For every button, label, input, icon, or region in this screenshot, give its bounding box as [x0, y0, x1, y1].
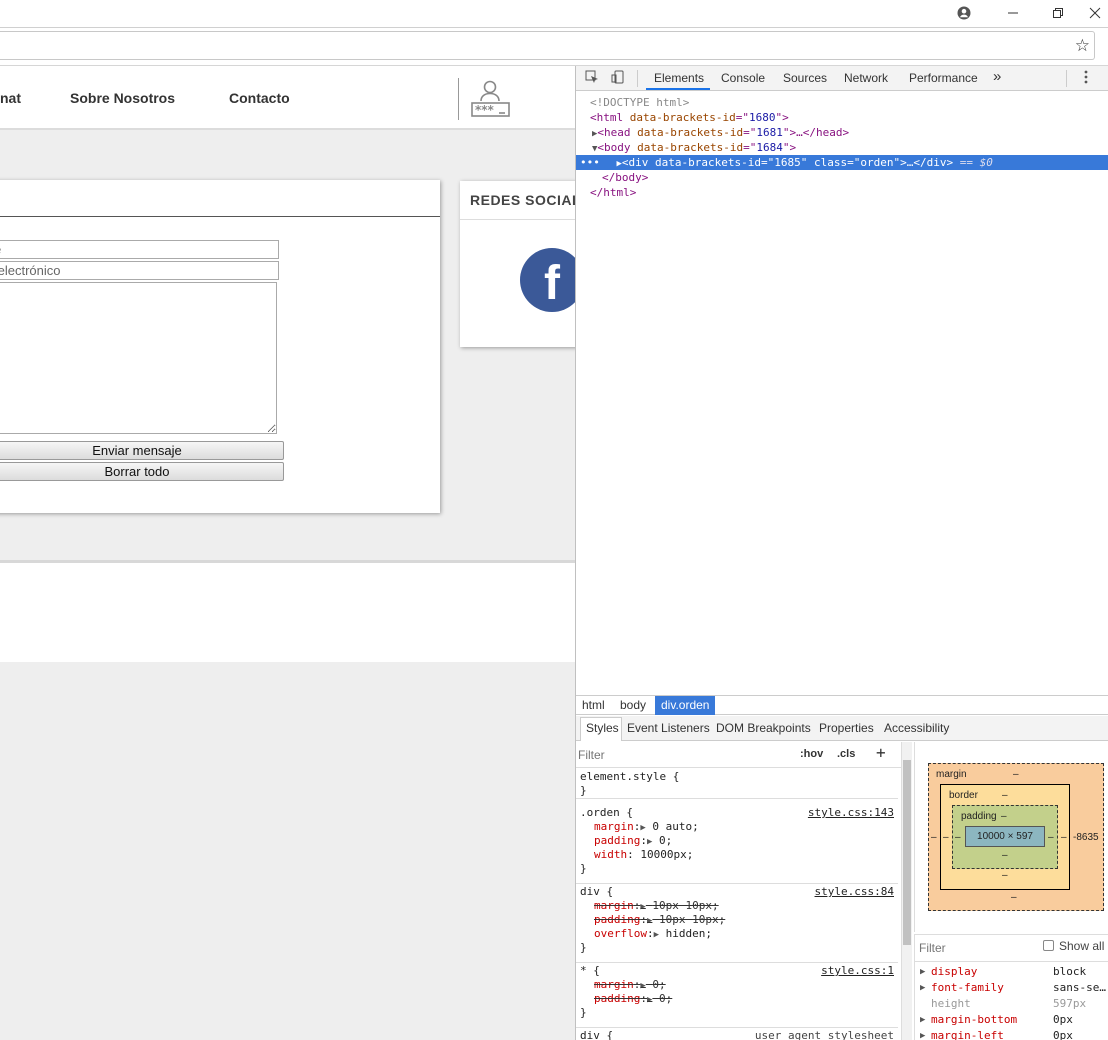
- computed-filter-input[interactable]: [919, 939, 1019, 957]
- styles-pane: :hov .cls + element.style { } style.css:…: [576, 742, 912, 1040]
- tab-console[interactable]: Console: [721, 71, 765, 85]
- show-all-checkbox[interactable]: [1043, 940, 1054, 951]
- computed-row[interactable]: ▶ margin-left 0px: [915, 1028, 1108, 1040]
- social-title: REDES SOCIALES: [470, 192, 575, 208]
- tab-performance[interactable]: Performance: [909, 71, 978, 85]
- computed-row[interactable]: ▶ margin-bottom 0px: [915, 1012, 1108, 1028]
- toolbar-divider-right: [1066, 70, 1067, 87]
- window-titlebar: [0, 0, 1108, 28]
- message-textarea[interactable]: [0, 282, 277, 434]
- profile-icon[interactable]: [949, 2, 979, 24]
- send-message-button[interactable]: Enviar mensaje: [0, 441, 284, 460]
- expanded-triangle-icon[interactable]: ▼: [576, 144, 597, 154]
- minimize-icon[interactable]: [998, 2, 1028, 24]
- tab-network[interactable]: Network: [844, 71, 888, 85]
- tab-elements[interactable]: Elements: [654, 71, 704, 85]
- styles-filter-input[interactable]: [578, 746, 778, 764]
- breadcrumb: html body div.orden: [576, 695, 1108, 715]
- class-toggle[interactable]: .cls: [837, 748, 855, 760]
- nav-item-about[interactable]: Sobre Nosotros: [70, 90, 175, 106]
- dom-html[interactable]: <html data-brackets-id="1680">: [576, 110, 1108, 125]
- rule-universal: style.css:1 * { margin:▶ 0; padding:▶ 0;…: [576, 964, 898, 1028]
- rule-source-link[interactable]: style.css:1: [821, 964, 894, 977]
- rule-div: style.css:84 div { margin:▶ 10px 10px; p…: [576, 885, 898, 963]
- styles-scrollbar-thumb[interactable]: [903, 760, 911, 945]
- dom-head[interactable]: ▶<head data-brackets-id="1681">…</head>: [576, 125, 1108, 140]
- computed-row[interactable]: ▶ font-family sans-se…: [915, 980, 1108, 996]
- rule-user-agent-div: user agent stylesheet div {: [580, 1029, 894, 1040]
- collapsed-triangle-icon[interactable]: ▶: [607, 159, 622, 169]
- dom-body[interactable]: ▼<body data-brackets-id="1684">: [576, 140, 1108, 155]
- dom-div-orden-selected[interactable]: ••• ▶<div data-brackets-id="1685" class=…: [576, 155, 1108, 170]
- rule-source-link[interactable]: style.css:84: [815, 885, 894, 898]
- nav-item-contact[interactable]: Contacto: [229, 90, 290, 106]
- more-tabs-icon[interactable]: »: [993, 68, 1001, 85]
- page-viewport: nat Sobre Nosotros Contacto *** Enviar m…: [0, 66, 575, 1040]
- restore-icon[interactable]: [1043, 2, 1073, 24]
- contact-card-header: [0, 180, 440, 217]
- rule-element-style: element.style { }: [576, 770, 898, 799]
- name-input[interactable]: [0, 240, 279, 259]
- header-divider: [458, 78, 459, 120]
- show-all-label: Show all: [1059, 939, 1105, 953]
- dom-html-close[interactable]: </html>: [576, 185, 1108, 200]
- inspect-element-icon[interactable]: [584, 70, 600, 86]
- device-toolbar-icon[interactable]: [610, 70, 626, 86]
- social-divider: [460, 219, 575, 220]
- computed-row[interactable]: ▶ display block: [915, 964, 1108, 980]
- email-input[interactable]: [0, 261, 279, 280]
- devtools-panel: Elements Console Sources Network Perform…: [575, 66, 1108, 1040]
- breadcrumb-html[interactable]: html: [576, 696, 611, 715]
- breadcrumb-div-orden[interactable]: div.orden: [655, 696, 716, 715]
- active-tab-indicator: [646, 88, 710, 90]
- computed-row[interactable]: height 597px: [915, 996, 1108, 1012]
- nav-item-partial[interactable]: nat: [0, 90, 21, 106]
- clear-all-button[interactable]: Borrar todo: [0, 462, 284, 481]
- tab-styles[interactable]: Styles: [586, 721, 619, 735]
- dom-doctype[interactable]: <!DOCTYPE html>: [576, 95, 1108, 110]
- page-footer: [0, 560, 575, 662]
- user-login-icon[interactable]: ***: [470, 80, 512, 120]
- close-icon[interactable]: [1080, 2, 1108, 24]
- tab-accessibility[interactable]: Accessibility: [884, 721, 949, 735]
- styles-filter-row: :hov .cls +: [576, 742, 912, 768]
- box-model-content[interactable]: 10000 × 597: [965, 826, 1045, 847]
- facebook-icon[interactable]: f: [520, 248, 575, 312]
- rule-orden: style.css:143 .orden { margin:▶ 0 auto; …: [576, 806, 898, 884]
- styles-subtabs: Styles Event Listeners DOM Breakpoints P…: [576, 716, 1108, 741]
- breadcrumb-body[interactable]: body: [614, 696, 652, 715]
- tab-dom-breakpoints[interactable]: DOM Breakpoints: [716, 721, 811, 735]
- tab-properties[interactable]: Properties: [819, 721, 874, 735]
- dom-tree: <!DOCTYPE html> <html data-brackets-id="…: [576, 94, 1108, 694]
- collapsed-triangle-icon[interactable]: ▶: [576, 129, 597, 139]
- site-header: nat Sobre Nosotros Contacto ***: [0, 66, 575, 130]
- rule-source-link[interactable]: style.css:143: [808, 806, 894, 819]
- hover-state-toggle[interactable]: :hov: [800, 748, 823, 760]
- devtools-toolbar: Elements Console Sources Network Perform…: [576, 66, 1108, 91]
- computed-styles: Show all ▶ display block ▶ font-family s…: [914, 934, 1108, 1040]
- tab-event-listeners[interactable]: Event Listeners: [627, 721, 710, 735]
- bookmark-star-icon[interactable]: ☆: [1075, 36, 1090, 56]
- box-model-diagram: margin – border – padding – 10000 × 597 …: [914, 742, 1108, 932]
- address-bar[interactable]: [0, 31, 1095, 60]
- svg-text:***: ***: [475, 103, 495, 117]
- dom-body-close[interactable]: </body>: [576, 170, 1108, 185]
- contact-form-card: Enviar mensaje Borrar todo: [0, 180, 440, 513]
- kebab-menu-icon[interactable]: [1078, 70, 1094, 86]
- social-card: REDES SOCIALES f: [460, 181, 575, 347]
- toolbar-divider: [637, 70, 638, 87]
- tab-sources[interactable]: Sources: [783, 71, 827, 85]
- add-rule-icon[interactable]: +: [876, 743, 886, 762]
